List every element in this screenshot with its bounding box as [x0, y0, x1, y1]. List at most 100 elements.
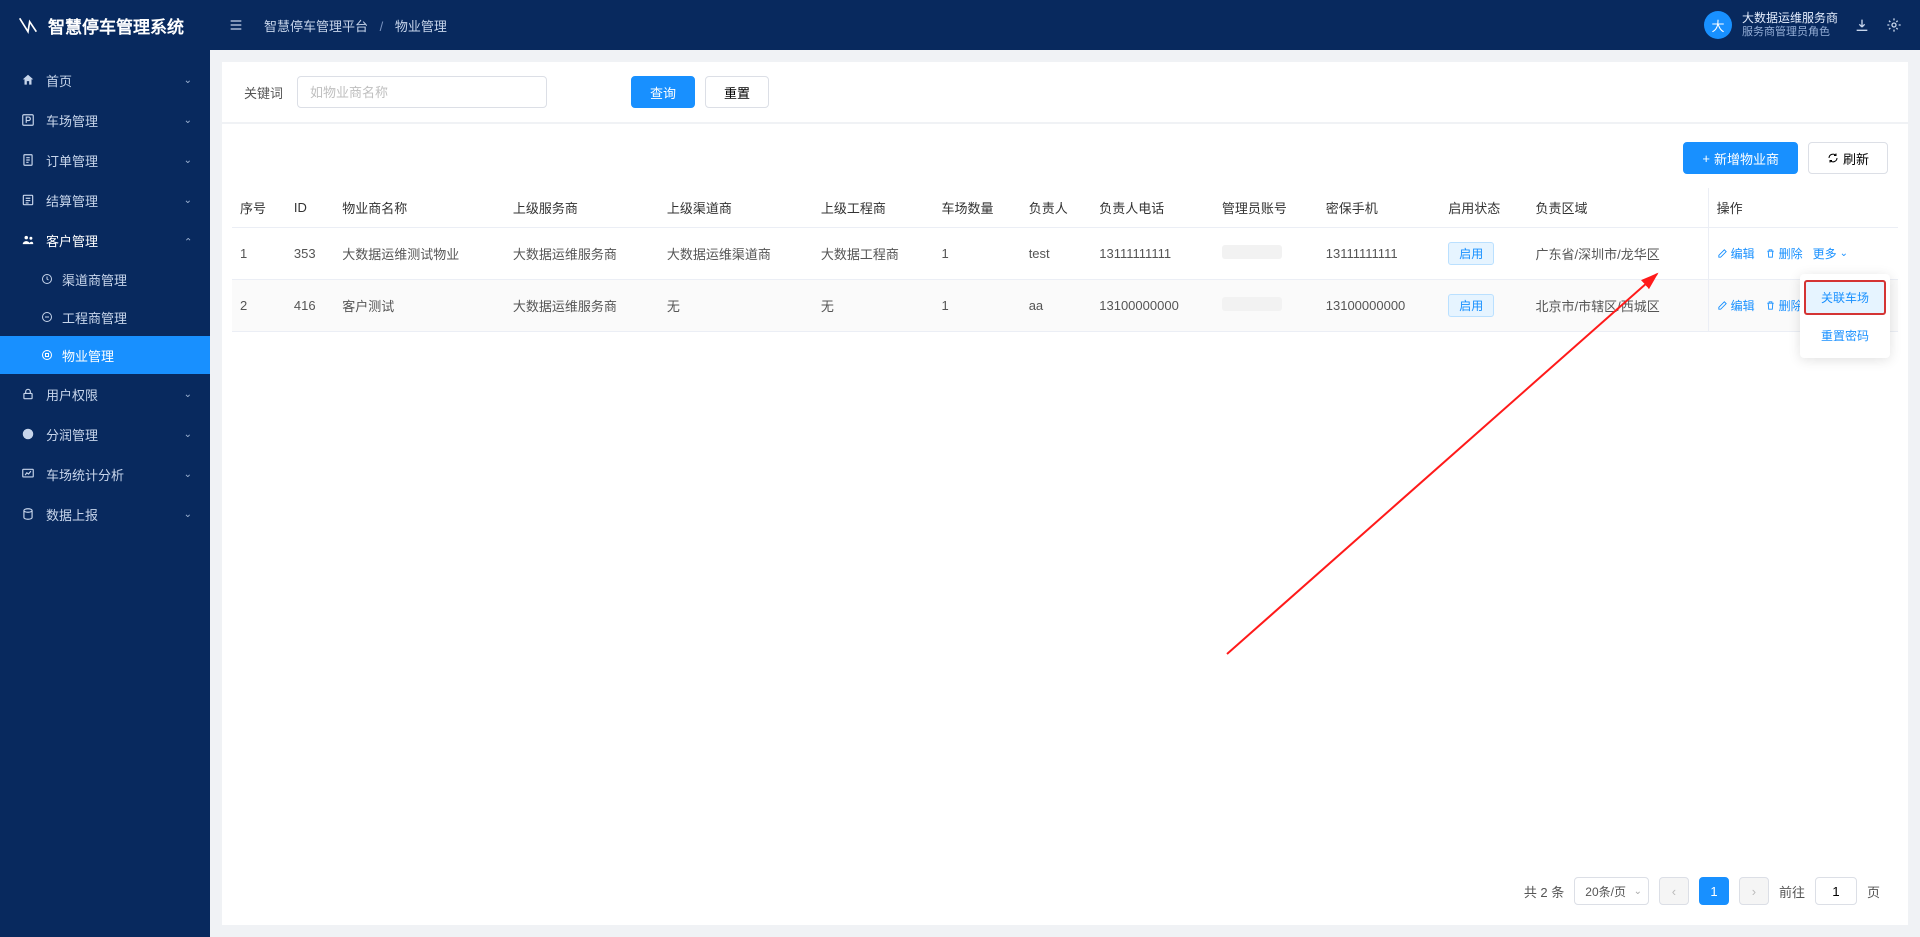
sidebar-item-label: 用户权限 — [46, 385, 98, 404]
add-property-button[interactable]: + 新增物业商 — [1683, 142, 1798, 174]
sidebar-item-profit[interactable]: 分润管理 ⌄ — [0, 414, 210, 454]
status-badge: 启用 — [1448, 294, 1494, 317]
pagination: 共 2 条 20条/页 ⌄ ‹ 1 › 前往 页 — [232, 867, 1898, 915]
cell-name: 大数据运维测试物业 — [334, 228, 505, 280]
download-icon[interactable] — [1854, 17, 1870, 33]
user-role: 服务商管理员角色 — [1742, 26, 1838, 40]
edit-link[interactable]: 编辑 — [1717, 245, 1755, 262]
chevron-down-icon: ⌄ — [184, 509, 192, 520]
reset-button[interactable]: 重置 — [705, 76, 769, 108]
parking-icon — [20, 112, 36, 128]
edit-link[interactable]: 编辑 — [1717, 297, 1755, 314]
jump-page-input[interactable] — [1815, 877, 1857, 905]
sidebar-item-report[interactable]: 数据上报 ⌄ — [0, 494, 210, 534]
status-badge: 启用 — [1448, 242, 1494, 265]
table-row: 2 416 客户测试 大数据运维服务商 无 无 1 aa 13100000000… — [232, 280, 1898, 332]
jump-prefix: 前往 — [1779, 882, 1805, 901]
sidebar-item-settlement[interactable]: 结算管理 ⌄ — [0, 180, 210, 220]
cell-phone: 13100000000 — [1091, 280, 1214, 332]
cell-region: 北京市/市辖区/西城区 — [1528, 280, 1709, 332]
collapse-icon[interactable] — [228, 17, 244, 33]
next-page-button[interactable]: › — [1739, 877, 1769, 905]
cell-secure: 13111111111 — [1318, 228, 1441, 280]
chevron-down-icon: ⌄ — [184, 389, 192, 400]
chevron-down-icon: ⌄ — [184, 155, 192, 166]
sidebar-item-channel[interactable]: 渠道商管理 — [0, 260, 210, 298]
cell-seq: 1 — [232, 228, 286, 280]
breadcrumb-root[interactable]: 智慧停车管理平台 — [264, 19, 368, 34]
table-header-row: 序号 ID 物业商名称 上级服务商 上级渠道商 上级工程商 车场数量 负责人 负… — [232, 188, 1898, 228]
sidebar-item-label: 订单管理 — [46, 151, 98, 170]
sidebar-item-analytics[interactable]: 车场统计分析 ⌄ — [0, 454, 210, 494]
th-status: 启用状态 — [1440, 188, 1527, 228]
chevron-down-icon: ⌄ — [1840, 248, 1848, 259]
table-row: 1 353 大数据运维测试物业 大数据运维服务商 大数据运维渠道商 大数据工程商… — [232, 228, 1898, 280]
cell-status: 启用 — [1440, 228, 1527, 280]
th-name: 物业商名称 — [334, 188, 505, 228]
gear-icon[interactable] — [1886, 17, 1902, 33]
chevron-down-icon: ⌄ — [184, 75, 192, 86]
database-icon — [20, 506, 36, 522]
filter-panel: 关键词 查询 重置 — [222, 62, 1908, 124]
more-link[interactable]: 更多 ⌄ — [1813, 245, 1848, 262]
jump-suffix: 页 — [1867, 882, 1880, 901]
sidebar-item-orders[interactable]: 订单管理 ⌄ — [0, 140, 210, 180]
sidebar-item-parking[interactable]: 车场管理 ⌄ — [0, 100, 210, 140]
sidebar-item-home[interactable]: 首页 ⌄ — [0, 60, 210, 100]
cell-count: 1 — [933, 280, 1020, 332]
sidebar-item-customers[interactable]: 客户管理 ⌄ — [0, 220, 210, 260]
delete-link[interactable]: 删除 — [1765, 245, 1803, 262]
dropdown-item-link-parking[interactable]: 关联车场 — [1804, 280, 1886, 315]
pagination-total: 共 2 条 — [1524, 882, 1564, 901]
sidebar-item-label: 结算管理 — [46, 191, 98, 210]
sidebar-item-permissions[interactable]: 用户权限 ⌄ — [0, 374, 210, 414]
analytics-icon — [20, 466, 36, 482]
table-panel: + 新增物业商 刷新 序号 ID 物业商名称 上级服务商 — [222, 124, 1908, 925]
breadcrumb: 智慧停车管理平台 / 物业管理 — [264, 16, 447, 35]
page-size-select[interactable]: 20条/页 ⌄ — [1574, 877, 1649, 905]
order-icon — [20, 152, 36, 168]
header: 智慧停车管理平台 / 物业管理 大 大数据运维服务商 服务商管理员角色 — [210, 0, 1920, 50]
keyword-input[interactable] — [297, 76, 547, 108]
users-icon — [20, 232, 36, 248]
cell-eng: 大数据工程商 — [813, 228, 934, 280]
page-size-label: 20条/页 — [1585, 883, 1626, 900]
sidebar-item-label: 数据上报 — [46, 505, 98, 524]
cell-count: 1 — [933, 228, 1020, 280]
cell-ops: 编辑 删除 更多 ⌄ — [1708, 228, 1898, 280]
th-id: ID — [286, 188, 334, 228]
profit-icon — [20, 426, 36, 442]
cell-region: 广东省/深圳市/龙华区 — [1528, 228, 1709, 280]
sidebar-item-engineer[interactable]: 工程商管理 — [0, 298, 210, 336]
sidebar-item-property[interactable]: 物业管理 — [0, 336, 210, 374]
user-name: 大数据运维服务商 — [1742, 11, 1838, 26]
search-button[interactable]: 查询 — [631, 76, 695, 108]
prev-page-button[interactable]: ‹ — [1659, 877, 1689, 905]
cell-svc: 大数据运维服务商 — [505, 280, 659, 332]
sidebar: 智慧停车管理系统 首页 ⌄ 车场管理 ⌄ 订单管理 ⌄ 结算管理 ⌄ — [0, 0, 210, 937]
sidebar-item-label: 车场统计分析 — [46, 465, 124, 484]
breadcrumb-current: 物业管理 — [395, 19, 447, 34]
th-person: 负责人 — [1021, 188, 1092, 228]
cell-status: 启用 — [1440, 280, 1527, 332]
delete-link[interactable]: 删除 — [1765, 297, 1803, 314]
app-logo: 智慧停车管理系统 — [0, 0, 210, 50]
page-number-button[interactable]: 1 — [1699, 877, 1729, 905]
user-block[interactable]: 大 大数据运维服务商 服务商管理员角色 — [1704, 11, 1838, 40]
chevron-down-icon: ⌄ — [184, 429, 192, 440]
th-ops: 操作 — [1708, 188, 1898, 228]
sidebar-item-label: 客户管理 — [46, 231, 98, 250]
breadcrumb-separator: / — [380, 19, 384, 34]
engineer-icon — [40, 310, 54, 324]
chevron-down-icon: ⌄ — [184, 115, 192, 126]
logo-icon — [18, 15, 38, 35]
cell-phone: 13111111111 — [1091, 228, 1214, 280]
cell-chan: 无 — [659, 280, 813, 332]
cell-name: 客户测试 — [334, 280, 505, 332]
submenu-customers: 渠道商管理 工程商管理 物业管理 — [0, 260, 210, 374]
channel-icon — [40, 272, 54, 286]
chevron-down-icon: ⌄ — [184, 195, 192, 206]
dropdown-item-reset-password[interactable]: 重置密码 — [1800, 317, 1890, 354]
cell-seq: 2 — [232, 280, 286, 332]
refresh-button[interactable]: 刷新 — [1808, 142, 1888, 174]
